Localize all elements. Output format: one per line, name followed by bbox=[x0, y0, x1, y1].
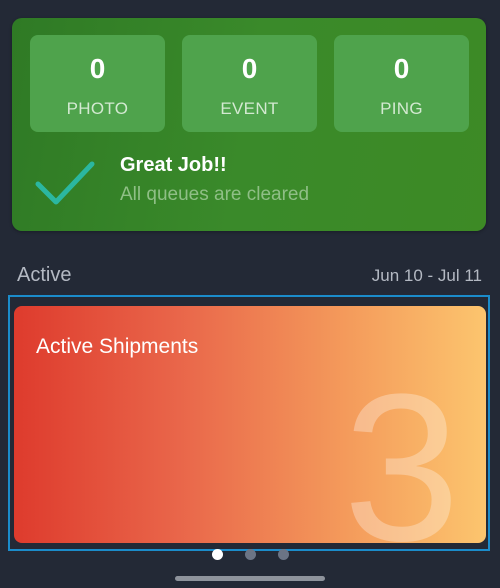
section-title: Active bbox=[17, 264, 72, 286]
page-dot-1[interactable] bbox=[211, 549, 223, 560]
checkmark-icon bbox=[35, 161, 95, 205]
photo-queue-tile[interactable]: 0 PHOTO bbox=[30, 35, 165, 132]
photo-queue-count: 0 bbox=[89, 53, 106, 84]
page-dot-3[interactable] bbox=[277, 549, 289, 560]
event-queue-count: 0 bbox=[241, 53, 258, 84]
ping-queue-tile[interactable]: 0 PING bbox=[334, 35, 469, 132]
status-title: Great Job!! bbox=[120, 154, 227, 176]
active-shipments-card[interactable]: Active Shipments 3 bbox=[14, 306, 486, 543]
queue-summary-card: 0 PHOTO 0 EVENT 0 PING Great Job!! All q… bbox=[12, 18, 486, 231]
photo-queue-label: PHOTO bbox=[66, 99, 129, 118]
date-range[interactable]: Jun 10 - Jul 11 bbox=[372, 266, 482, 286]
shipment-card-title: Active Shipments bbox=[36, 335, 199, 358]
ping-queue-label: PING bbox=[380, 99, 423, 118]
page-dot-2[interactable] bbox=[244, 549, 256, 560]
home-indicator[interactable] bbox=[175, 576, 325, 581]
event-queue-tile[interactable]: 0 EVENT bbox=[182, 35, 317, 132]
shipment-count: 3 bbox=[343, 350, 460, 544]
ping-queue-count: 0 bbox=[393, 53, 410, 84]
event-queue-label: EVENT bbox=[220, 99, 279, 118]
carousel-pagination bbox=[0, 549, 500, 563]
status-subtitle: All queues are cleared bbox=[120, 184, 310, 205]
